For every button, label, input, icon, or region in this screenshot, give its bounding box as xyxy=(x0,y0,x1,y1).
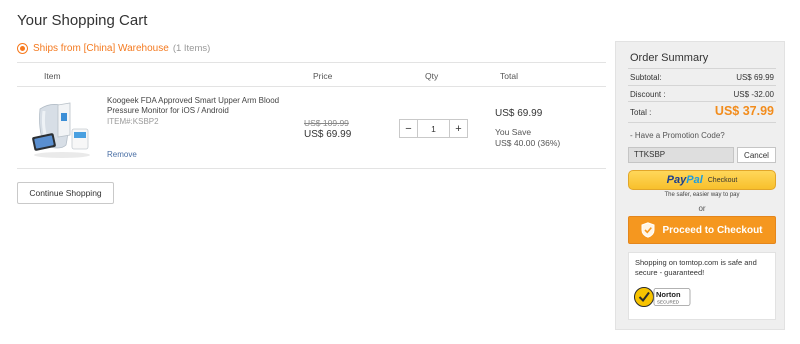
save-amount: US$ 40.00 (36%) xyxy=(495,138,561,148)
subtotal-value: US$ 69.99 xyxy=(736,73,774,82)
paypal-logo: PayPal xyxy=(666,174,703,186)
radio-selected-icon[interactable] xyxy=(17,43,28,54)
sale-price: US$ 69.99 xyxy=(304,129,352,140)
total-value: US$ 37.99 xyxy=(714,104,774,118)
proceed-label: Proceed to Checkout xyxy=(662,224,763,236)
warehouse-selector[interactable]: Ships from [China] Warehouse (1 Items) xyxy=(17,43,210,54)
divider xyxy=(17,62,606,63)
quantity-stepper[interactable]: − 1 + xyxy=(399,119,468,138)
divider xyxy=(17,86,606,87)
paypal-checkout-label: Checkout xyxy=(707,176,738,184)
qty-increase-button[interactable]: + xyxy=(449,120,467,137)
divider xyxy=(628,85,776,86)
col-header-price: Price xyxy=(313,71,333,81)
divider xyxy=(17,168,606,169)
paypal-checkout-button[interactable]: PayPal Checkout xyxy=(628,170,776,190)
svg-text:SECURED: SECURED xyxy=(657,300,680,305)
divider xyxy=(628,122,776,123)
warehouse-count: (1 Items) xyxy=(172,43,211,54)
proceed-to-checkout-button[interactable]: Proceed to Checkout xyxy=(628,216,776,244)
qty-input[interactable]: 1 xyxy=(418,120,449,137)
col-header-item: Item xyxy=(44,71,61,81)
promo-code-label[interactable]: - Have a Promotion Code? xyxy=(630,131,725,140)
order-summary-panel: Order Summary Subtotal: US$ 69.99 Discou… xyxy=(615,41,785,330)
svg-text:Norton: Norton xyxy=(656,290,681,299)
warehouse-label: Ships from [China] Warehouse xyxy=(33,43,169,54)
security-text: Shopping on tomtop.com is safe and secur… xyxy=(635,258,757,277)
item-number: ITEM#:KSBP2 xyxy=(107,117,159,126)
original-price: US$ 109.99 xyxy=(304,118,349,128)
shield-check-icon xyxy=(641,222,655,238)
summary-title: Order Summary xyxy=(630,52,709,64)
qty-decrease-button[interactable]: − xyxy=(400,120,418,137)
you-save-label: You Save xyxy=(495,127,532,137)
continue-shopping-button[interactable]: Continue Shopping xyxy=(17,182,114,204)
discount-label: Discount : xyxy=(630,90,666,99)
promo-cancel-button[interactable]: Cancel xyxy=(737,147,776,163)
paypal-tagline: The safer, easier way to pay xyxy=(664,192,740,198)
page-title: Your Shopping Cart xyxy=(17,12,148,29)
divider xyxy=(628,68,776,69)
remove-link[interactable]: Remove xyxy=(107,150,137,159)
product-image[interactable] xyxy=(30,97,95,160)
col-header-total: Total xyxy=(500,71,518,81)
norton-secured-badge[interactable]: Norton SECURED xyxy=(634,285,692,309)
divider xyxy=(628,101,776,102)
discount-value: US$ -32.00 xyxy=(733,90,774,99)
promo-code-input[interactable]: TTKSBP xyxy=(628,147,734,163)
product-name[interactable]: Koogeek FDA Approved Smart Upper Arm Blo… xyxy=(107,96,302,115)
or-separator: or xyxy=(698,204,706,213)
total-label: Total : xyxy=(630,108,652,117)
col-header-qty: Qty xyxy=(425,71,439,81)
subtotal-label: Subtotal: xyxy=(630,73,662,82)
line-total: US$ 69.99 xyxy=(495,108,543,119)
security-notice: Shopping on tomtop.com is safe and secur… xyxy=(628,252,776,320)
